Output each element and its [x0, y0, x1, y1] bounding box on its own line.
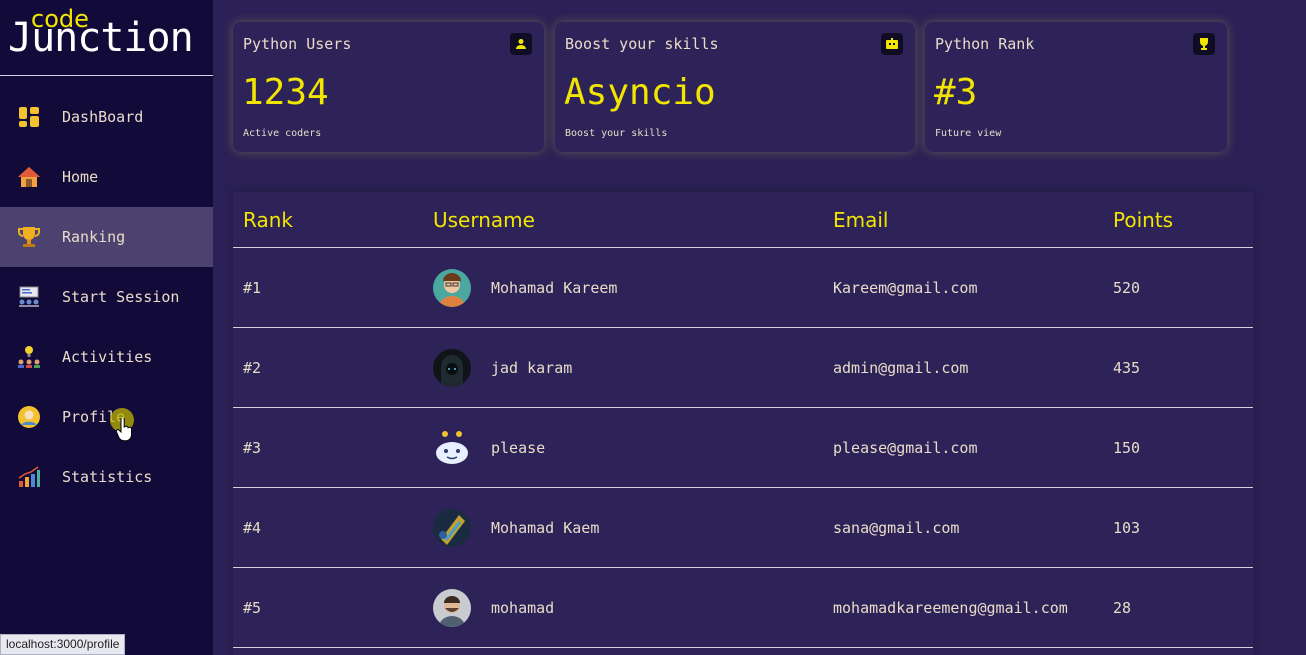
email-cell: admin@gmail.com [833, 359, 969, 377]
team-idea-icon [17, 345, 41, 369]
sidebar-item-label: Ranking [62, 228, 126, 246]
column-header-rank[interactable]: Rank [243, 208, 293, 232]
rank-cell: #4 [243, 519, 262, 537]
table-row[interactable]: #1 Mohamad Kareem Kareem@gmail.com 520 [233, 248, 1253, 328]
trophy-icon [17, 225, 41, 249]
house-icon [17, 165, 41, 189]
dashboard-icon [17, 105, 41, 129]
classroom-icon [17, 285, 41, 309]
card-value: 1234 [242, 72, 329, 113]
column-header-email[interactable]: Email [833, 208, 889, 232]
username-cell: Mohamad Kaem [491, 519, 600, 537]
sidebar: Junction code DashBoard Home Ranking Sta… [0, 0, 213, 655]
sidebar-item-label: Start Session [62, 288, 180, 306]
sidebar-item-activities[interactable]: Activities [0, 327, 213, 387]
points-cell: 28 [1113, 599, 1132, 617]
points-cell: 103 [1113, 519, 1141, 537]
card-title: Boost your skills [565, 35, 719, 53]
bar-chart-icon [17, 465, 41, 489]
card-python-users: Python Users 1234 Active coders [233, 22, 544, 152]
card-boost-skills: Boost your skills Asyncio Boost your ski… [555, 22, 915, 152]
table-row[interactable]: #2 jad karam admin@gmail.com 435 [233, 328, 1253, 408]
logo-code: code [31, 5, 89, 33]
username-cell: mohamad [491, 599, 555, 617]
logo[interactable]: Junction code [0, 0, 213, 76]
trophy-icon [1193, 33, 1215, 55]
username-cell: Mohamad Kareem [491, 279, 618, 297]
card-value: #3 [934, 72, 978, 113]
sidebar-item-label: Home [62, 168, 99, 186]
sidebar-item-label: DashBoard [62, 108, 144, 126]
rank-cell: #5 [243, 599, 262, 617]
sidebar-item-label: Activities [62, 348, 153, 366]
sidebar-item-statistics[interactable]: Statistics [0, 447, 213, 507]
email-cell: sana@gmail.com [833, 519, 960, 537]
sidebar-item-start-session[interactable]: Start Session [0, 267, 213, 327]
sidebar-item-home[interactable]: Home [0, 147, 213, 207]
email-cell: Kareem@gmail.com [833, 279, 978, 297]
sidebar-item-label: Statistics [62, 468, 153, 486]
username-cell: please [491, 439, 546, 457]
avatar [433, 509, 471, 547]
user-icon [510, 33, 532, 55]
user-icon [17, 405, 41, 429]
card-subtitle: Boost your skills [565, 128, 668, 139]
points-cell: 150 [1113, 439, 1141, 457]
card-subtitle: Active coders [243, 128, 322, 139]
rank-cell: #2 [243, 359, 262, 377]
table-row[interactable]: #3 please please@gmail.com 150 [233, 408, 1253, 488]
card-python-rank: Python Rank #3 Future view [925, 22, 1227, 152]
email-cell: mohamadkareemeng@gmail.com [833, 599, 1068, 617]
username-cell: jad karam [491, 359, 573, 377]
ranking-table: Rank Username Email Points #1 Mohamad Ka… [233, 192, 1253, 655]
card-subtitle: Future view [935, 128, 1002, 139]
hand-cursor-icon [115, 416, 134, 446]
column-header-points[interactable]: Points [1113, 208, 1173, 232]
card-value: Asyncio [564, 72, 716, 113]
status-url: localhost:3000/profile [0, 634, 126, 655]
avatar [433, 429, 471, 467]
table-header: Rank Username Email Points [233, 192, 1253, 248]
rank-cell: #3 [243, 439, 262, 457]
sidebar-item-profile[interactable]: Profile [0, 387, 213, 447]
table-row[interactable]: #5 mohamad mohamadkareemeng@gmail.com 28 [233, 568, 1253, 648]
column-header-username[interactable]: Username [433, 208, 535, 232]
points-cell: 520 [1113, 279, 1141, 297]
robot-icon [881, 33, 903, 55]
sidebar-item-dashboard[interactable]: DashBoard [0, 87, 213, 147]
card-title: Python Users [243, 35, 352, 53]
email-cell: please@gmail.com [833, 439, 978, 457]
points-cell: 435 [1113, 359, 1141, 377]
avatar [433, 269, 471, 307]
table-row[interactable]: #4 Mohamad Kaem sana@gmail.com 103 [233, 488, 1253, 568]
sidebar-item-ranking[interactable]: Ranking [0, 207, 213, 267]
avatar [433, 349, 471, 387]
card-title: Python Rank [935, 35, 1035, 53]
avatar [433, 589, 471, 627]
rank-cell: #1 [243, 279, 262, 297]
